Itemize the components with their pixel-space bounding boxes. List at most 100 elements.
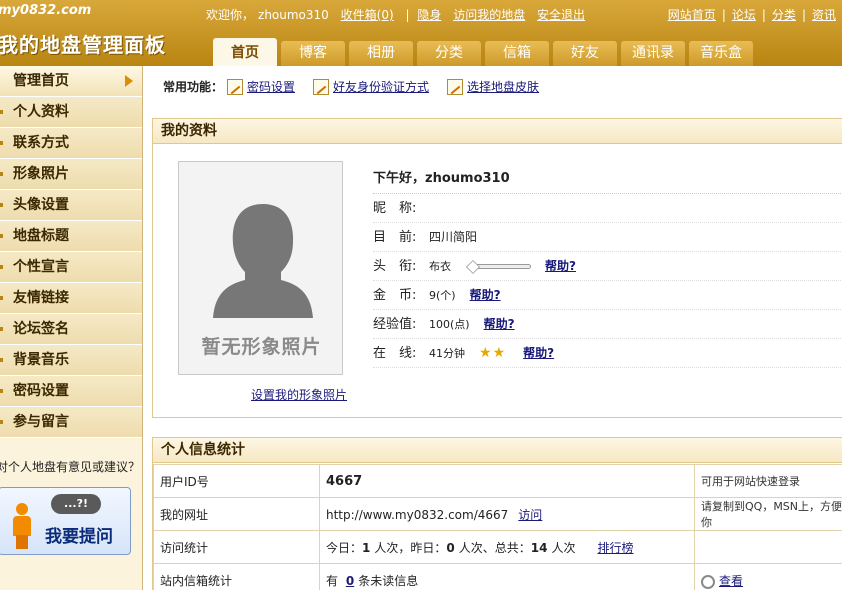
location-value: 四川简阳 bbox=[429, 229, 478, 244]
sidebar-item-photo[interactable]: 形象照片 bbox=[0, 159, 142, 190]
person-body bbox=[13, 516, 31, 536]
divider: | bbox=[801, 8, 806, 22]
location-label: 目 前: bbox=[373, 229, 417, 245]
my-url-value: http://www.my0832.com/4667 bbox=[326, 507, 509, 522]
rank-progress-bar bbox=[471, 263, 531, 269]
inbox-stats-cell: 有 0 条未读信息 bbox=[319, 563, 695, 590]
top-link-home[interactable]: 网站首页 bbox=[668, 8, 716, 22]
sidebar-item-profile[interactable]: 个人资料 bbox=[0, 97, 142, 128]
inbox-pre-text: 有 bbox=[326, 573, 339, 588]
ranking-link[interactable]: 排行榜 bbox=[597, 541, 633, 555]
person-head bbox=[16, 503, 28, 515]
divider: | bbox=[721, 8, 726, 22]
greeting: 下午好，zhoumo310 bbox=[373, 164, 842, 194]
main-tabs: 首页 博客 相册 分类 信箱 好友 通讯录 音乐盒 bbox=[213, 36, 753, 66]
top-link-category[interactable]: 分类 bbox=[772, 8, 796, 22]
today-label: 今日： bbox=[326, 540, 363, 555]
inbox-link[interactable]: 收件箱(0) bbox=[341, 8, 394, 22]
stats-panel: 个人信息统计 用户ID号 4667 可用于网站快速登录 我的网址 http://… bbox=[152, 437, 842, 590]
info-row-coins: 金 币: 9(个) 帮助? bbox=[373, 281, 842, 310]
quick-link-password[interactable]: 密码设置 bbox=[247, 78, 295, 95]
hide-link[interactable]: 隐身 bbox=[417, 8, 441, 22]
site-logo-text: my0832.com bbox=[0, 3, 92, 18]
star-icon: ★ bbox=[479, 344, 492, 361]
welcome-text: 欢迎你， zhoumo310 bbox=[206, 8, 329, 22]
info-row-nickname: 昵 称: bbox=[373, 194, 842, 223]
row-label: 用户ID号 bbox=[153, 464, 320, 498]
tab-category[interactable]: 分类 bbox=[417, 41, 481, 66]
exp-help-link[interactable]: 帮助? bbox=[484, 310, 515, 339]
header: my0832.com 欢迎你， zhoumo310 收件箱(0) | 隐身 访问我… bbox=[0, 0, 842, 66]
sidebar-item-password[interactable]: 密码设置 bbox=[0, 376, 142, 407]
exp-value: 100(点) bbox=[429, 317, 470, 331]
profile-info: 下午好，zhoumo310 昵 称: 目 前: 四川简阳 头 衔: 布衣 帮助? 金 … bbox=[373, 164, 842, 368]
row-label: 站内信箱统计 bbox=[153, 563, 320, 590]
sidebar-item-label: 管理首页 bbox=[13, 73, 69, 89]
tab-blog[interactable]: 博客 bbox=[281, 41, 345, 66]
sidebar-item-forum-signature[interactable]: 论坛签名 bbox=[0, 314, 142, 345]
username: zhoumo310 bbox=[258, 8, 329, 22]
tab-friends[interactable]: 好友 bbox=[553, 41, 617, 66]
quick-link-skin[interactable]: 选择地盘皮肤 bbox=[467, 78, 539, 95]
info-row-rank: 头 衔: 布衣 帮助? bbox=[373, 252, 842, 281]
view-messages-link[interactable]: 查看 bbox=[719, 574, 743, 588]
row-note: 可用于网站快速登录 bbox=[694, 464, 842, 498]
sidebar-item-bg-music[interactable]: 背景音乐 bbox=[0, 345, 142, 376]
visit-my-space-link[interactable]: 访问我的地盘 bbox=[453, 8, 525, 22]
info-row-online: 在 线: 41分钟 ★ ★ 帮助? bbox=[373, 339, 842, 368]
row-note: 查看 bbox=[694, 563, 842, 590]
rank-help-link[interactable]: 帮助? bbox=[545, 252, 576, 281]
quick-link-friend-verify[interactable]: 好友身份验证方式 bbox=[333, 78, 429, 95]
sidebar-item-friend-links[interactable]: 友情链接 bbox=[0, 283, 142, 314]
person-legs bbox=[16, 535, 28, 549]
sidebar-item-motto[interactable]: 个性宣言 bbox=[0, 252, 142, 283]
user-bar: 欢迎你， zhoumo310 收件箱(0) | 隐身 访问我的地盘 安全退出 bbox=[206, 6, 593, 23]
divider: | bbox=[405, 8, 410, 22]
divider: | bbox=[761, 8, 766, 22]
row-label: 我的网址 bbox=[153, 497, 320, 531]
tab-contacts[interactable]: 通讯录 bbox=[621, 41, 685, 66]
yesterday-label: 人次，昨日： bbox=[374, 540, 447, 555]
quick-functions-label: 常用功能： bbox=[163, 80, 224, 94]
set-photo-link[interactable]: 设置我的形象照片 bbox=[251, 386, 347, 403]
coins-help-link[interactable]: 帮助? bbox=[470, 281, 501, 310]
ask-question-button[interactable]: ...?! 我要提问 bbox=[0, 487, 131, 555]
row-label: 访问统计 bbox=[153, 530, 320, 564]
person-icon bbox=[11, 503, 33, 549]
greeting-text: 下午好， bbox=[373, 171, 426, 186]
top-link-news[interactable]: 资讯 bbox=[812, 8, 836, 22]
table-row: 用户ID号 4667 可用于网站快速登录 bbox=[153, 464, 842, 498]
total-count: 14 bbox=[530, 540, 548, 555]
nickname-label: 昵 称: bbox=[373, 200, 417, 216]
row-note: 请复制到QQ，MSN上，方便你 bbox=[694, 497, 842, 531]
tab-album[interactable]: 相册 bbox=[349, 41, 413, 66]
row-note bbox=[694, 530, 842, 564]
arrow-right-icon bbox=[125, 75, 133, 87]
sidebar-item-manage-home[interactable]: 管理首页 bbox=[0, 66, 142, 97]
top-links: 网站首页 | 论坛 | 分类 | 资讯 bbox=[668, 6, 836, 23]
feedback-text: 对个人地盘有意见或建议？ bbox=[0, 460, 141, 474]
table-row: 站内信箱统计 有 0 条未读信息 查看 bbox=[153, 563, 842, 590]
info-row-location: 目 前: 四川简阳 bbox=[373, 223, 842, 252]
sidebar-item-avatar[interactable]: 头像设置 bbox=[0, 190, 142, 221]
my-profile-title: 我的资料 bbox=[153, 119, 842, 144]
sidebar-item-space-title[interactable]: 地盘标题 bbox=[0, 221, 142, 252]
tab-music[interactable]: 音乐盒 bbox=[689, 41, 753, 66]
sidebar-item-messages[interactable]: 参与留言 bbox=[0, 407, 142, 438]
visit-url-link[interactable]: 访问 bbox=[518, 508, 542, 522]
stats-table: 用户ID号 4667 可用于网站快速登录 我的网址 http://www.my0… bbox=[153, 464, 842, 590]
my-url-cell: http://www.my0832.com/4667 访问 bbox=[319, 497, 695, 531]
welcome-label: 欢迎你， bbox=[206, 8, 255, 22]
unread-count-link[interactable]: 0 bbox=[346, 574, 354, 588]
online-label: 在 线: bbox=[373, 345, 417, 361]
magnifier-icon bbox=[701, 574, 715, 589]
tab-mailbox[interactable]: 信箱 bbox=[485, 41, 549, 66]
quick-functions: 常用功能： 密码设置 好友身份验证方式 选择地盘皮肤 bbox=[163, 78, 557, 95]
sidebar-item-contact[interactable]: 联系方式 bbox=[0, 128, 142, 159]
top-link-forum[interactable]: 论坛 bbox=[732, 8, 756, 22]
logout-link[interactable]: 安全退出 bbox=[537, 8, 585, 22]
inbox-post-text: 条未读信息 bbox=[358, 573, 419, 588]
greeting-name: zhoumo310 bbox=[425, 171, 510, 186]
tab-home[interactable]: 首页 bbox=[213, 38, 277, 66]
online-help-link[interactable]: 帮助? bbox=[523, 339, 554, 368]
